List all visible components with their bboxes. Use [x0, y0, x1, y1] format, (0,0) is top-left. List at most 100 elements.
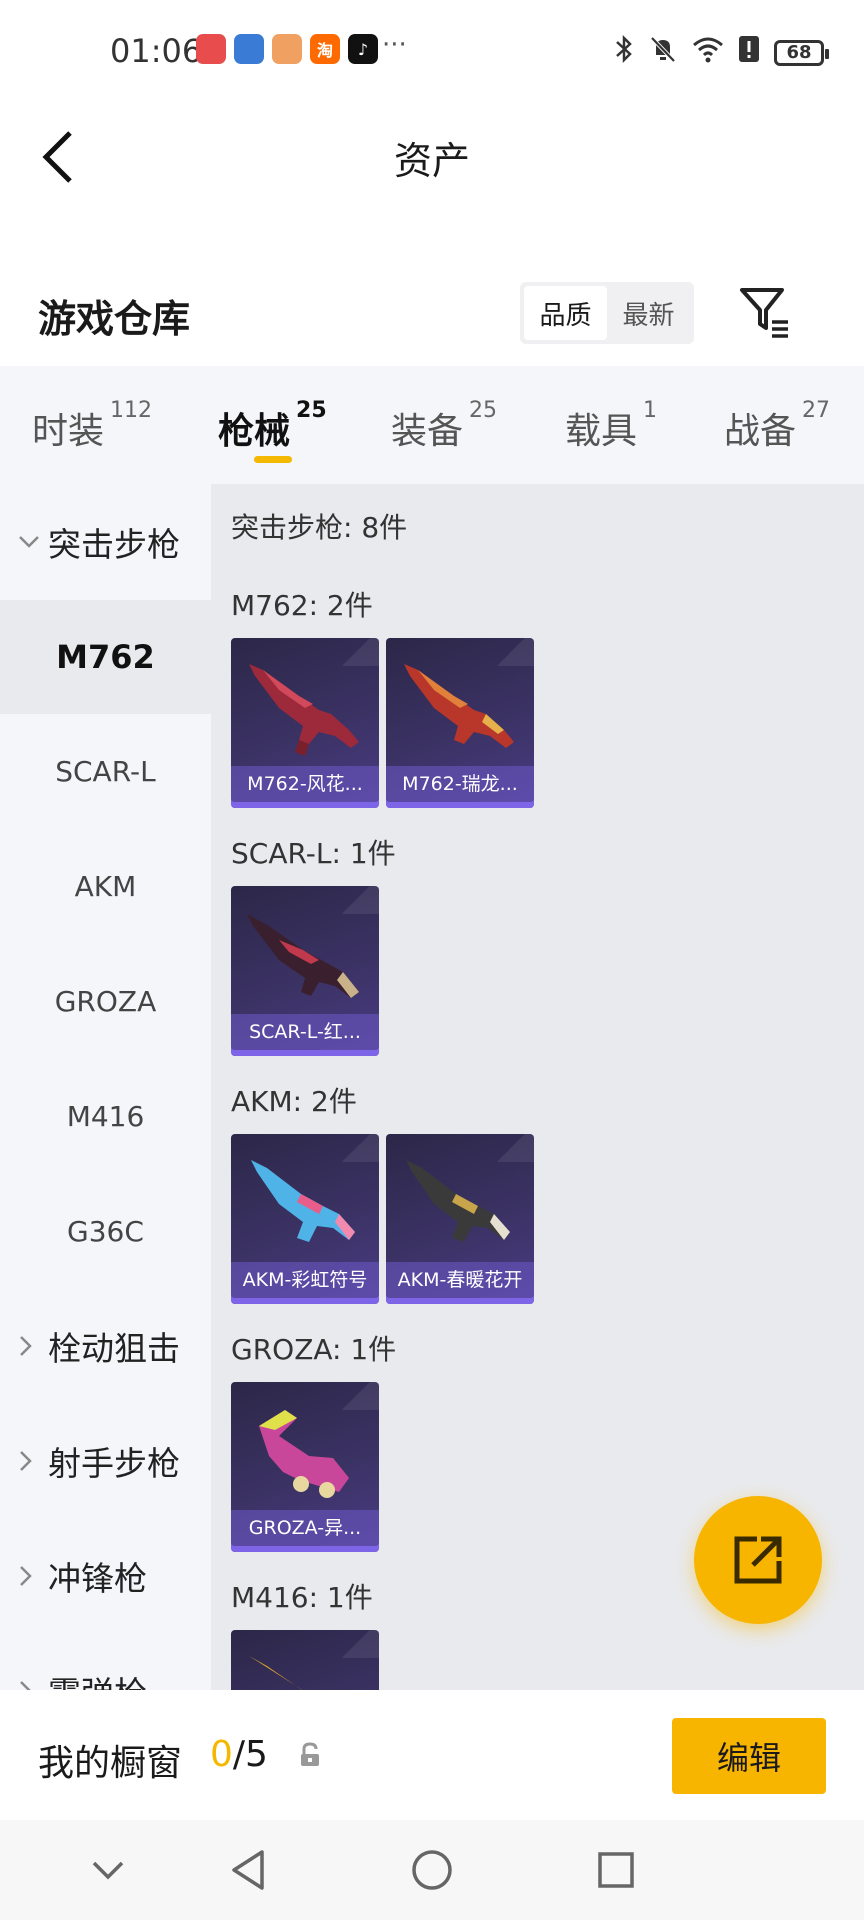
weapon-card[interactable]: SCAR-L-红...	[231, 886, 379, 1056]
sidebar-item-akm[interactable]: AKM	[0, 829, 211, 943]
sort-newest-button[interactable]: 最新	[607, 286, 690, 340]
tab-fashion[interactable]: 时装 112	[32, 398, 152, 454]
chevron-down-icon	[18, 535, 42, 549]
sidebar-item-m762[interactable]: M762	[0, 600, 211, 714]
showcase-count: 0/5	[210, 1734, 268, 1775]
sort-quality-button[interactable]: 品质	[524, 286, 607, 340]
nav-recents-square-icon	[598, 1852, 634, 1888]
sidebar-item-groza[interactable]: GROZA	[0, 944, 211, 1058]
sidebar-group-shotgun[interactable]: 霰弹枪	[0, 1634, 211, 1690]
sidebar-group-label: 突击步枪	[48, 525, 180, 564]
tab-firearms[interactable]: 枪械 25	[218, 398, 327, 454]
sidebar-group-label: 射手步枪	[48, 1444, 180, 1483]
chevron-right-icon	[18, 1335, 42, 1357]
m416-skin-icon	[249, 1656, 303, 1690]
weapon-card[interactable]	[231, 1630, 379, 1690]
share-fab-button[interactable]	[694, 1496, 822, 1624]
sidebar-group-bolt-action[interactable]: 栓动狙击	[0, 1289, 211, 1403]
assault-rifle-total: 突击步枪: 8件	[231, 511, 408, 544]
taobao-app-icon: 淘	[310, 34, 340, 64]
tab-count: 25	[469, 398, 498, 423]
tab-supplies[interactable]: 战备 27	[724, 398, 830, 454]
alert-sim-icon	[738, 35, 760, 70]
weapon-card-name: M762-瑞龙...	[386, 766, 534, 802]
section-label-scar-l: SCAR-L: 1件	[231, 837, 396, 870]
mute-bell-icon	[648, 34, 678, 71]
section-title: 游戏仓库	[38, 297, 191, 341]
active-tab-indicator	[254, 456, 292, 463]
status-time: 01:06	[110, 32, 203, 70]
tab-vehicles[interactable]: 载具 1	[565, 398, 657, 454]
page-title: 资产	[393, 139, 470, 183]
section-label-m762: M762: 2件	[231, 589, 373, 622]
weapon-card-name: SCAR-L-红...	[231, 1014, 379, 1050]
status-indicators: 68	[614, 34, 829, 71]
showcase-bar: 我的橱窗 0/5 编辑	[0, 1690, 864, 1820]
nav-recents-button[interactable]	[594, 1848, 638, 1892]
tab-label: 载具	[565, 411, 638, 452]
weapon-card-name: AKM-彩虹符号	[231, 1262, 379, 1298]
m762-skin-icon	[404, 664, 514, 748]
edit-button[interactable]: 编辑	[672, 1718, 826, 1794]
tab-count: 1	[643, 398, 658, 423]
showcase-current: 0	[210, 1734, 233, 1775]
showcase-label: 我的橱窗	[38, 1743, 183, 1784]
sidebar-group-label: 霰弹枪	[48, 1667, 147, 1690]
weapon-card[interactable]: M762-风花...	[231, 638, 379, 808]
sidebar-group-assault-rifles[interactable]: 突击步枪	[0, 484, 211, 600]
sidebar-group-smg[interactable]: 冲锋枪	[0, 1519, 211, 1633]
bluetooth-icon	[614, 34, 634, 71]
weapon-card[interactable]: M762-瑞龙...	[386, 638, 534, 808]
sidebar-group-label: 栓动狙击	[48, 1329, 180, 1368]
weapon-card[interactable]: GROZA-异...	[231, 1382, 379, 1552]
anime-app-icon	[272, 34, 302, 64]
weapon-card[interactable]: AKM-彩虹符号	[231, 1134, 379, 1304]
weapon-card-name: AKM-春暖花开	[386, 1262, 534, 1298]
akm-skin-icon	[251, 1160, 355, 1242]
nav-home-button[interactable]	[410, 1848, 454, 1892]
nav-collapse-button[interactable]	[86, 1848, 130, 1892]
tab-label: 时装	[32, 411, 105, 452]
sort-toggle: 品质 最新	[520, 282, 694, 344]
akm-skin-icon	[406, 1160, 510, 1242]
filter-icon	[740, 288, 788, 338]
sidebar-item-g36c[interactable]: G36C	[0, 1174, 211, 1288]
weapon-category-sidebar: 突击步枪 M762 SCAR-L AKM GROZA M416 G36C 栓动狙…	[0, 484, 211, 1690]
game-app-icon	[234, 34, 264, 64]
tab-equipment[interactable]: 装备 25	[391, 398, 497, 454]
nav-back-triangle-icon	[232, 1850, 264, 1890]
chevron-right-icon	[18, 1680, 42, 1690]
lock-icon	[298, 1742, 322, 1772]
warehouse-header: 游戏仓库 品质 最新	[0, 260, 864, 364]
scar-l-skin-icon	[247, 914, 359, 998]
tab-count: 27	[802, 398, 831, 423]
status-app-icons: 淘 ♪	[196, 34, 378, 64]
sidebar-item-m416[interactable]: M416	[0, 1059, 211, 1173]
chevron-right-icon	[18, 1450, 42, 1472]
section-label-m416: M416: 1件	[231, 1581, 373, 1614]
tab-count: 25	[296, 398, 327, 423]
tab-count: 112	[110, 398, 153, 423]
section-label-groza: GROZA: 1件	[231, 1333, 397, 1366]
weapon-card-name: M762-风花...	[231, 766, 379, 802]
nav-back-button[interactable]	[226, 1848, 270, 1892]
tiktok-app-icon: ♪	[348, 34, 378, 64]
wifi-icon	[692, 35, 724, 70]
sidebar-group-marksman[interactable]: 射手步枪	[0, 1404, 211, 1518]
sidebar-item-scar-l[interactable]: SCAR-L	[0, 714, 211, 828]
status-more: ···	[382, 30, 407, 60]
groza-skin-icon	[259, 1410, 349, 1498]
top-header: 资产	[0, 104, 864, 208]
tab-label: 枪械	[218, 411, 291, 452]
weapon-card-name: GROZA-异...	[231, 1510, 379, 1546]
sidebar-group-label: 冲锋枪	[48, 1559, 147, 1598]
weapon-card[interactable]: AKM-春暖花开	[386, 1134, 534, 1304]
category-tabs: 时装 112 枪械 25 装备 25 载具 1 战备 27	[0, 366, 864, 484]
battery-icon: 68	[774, 39, 829, 66]
tab-label: 战备	[724, 411, 797, 452]
status-bar: 01:06 淘 ♪ ··· 68	[0, 0, 864, 104]
tab-label: 装备	[391, 411, 464, 452]
filter-button[interactable]	[736, 284, 792, 340]
chevron-down-icon	[92, 1861, 124, 1880]
showcase-total: /5	[232, 1734, 268, 1775]
